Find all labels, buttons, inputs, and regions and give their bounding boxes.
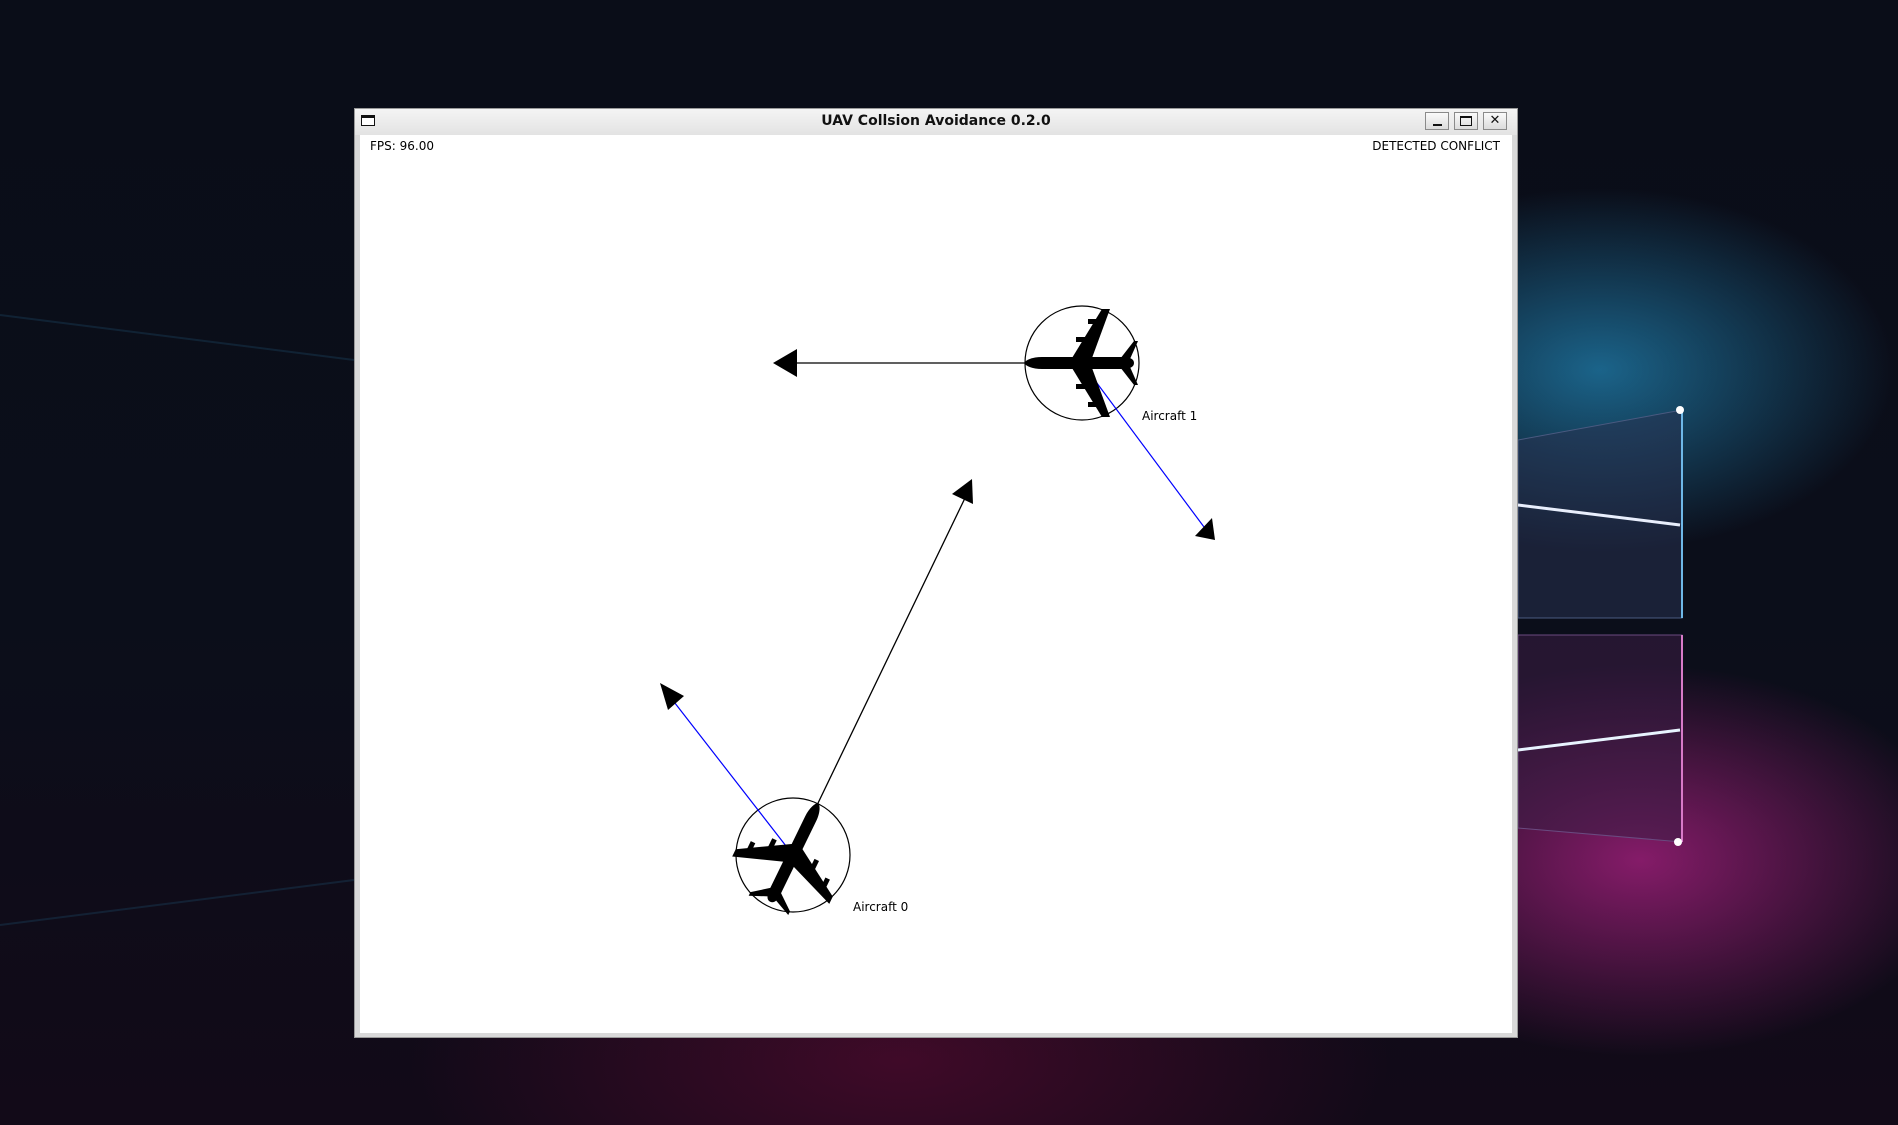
close-button[interactable]: ✕	[1483, 112, 1507, 130]
avoidance-arrowhead	[1195, 518, 1215, 540]
close-icon: ✕	[1489, 113, 1501, 128]
app-window: UAV Collsion Avoidance 0.2.0 ✕ FPS: 96.0…	[354, 108, 1518, 1038]
avoidance-vector	[1081, 362, 1205, 528]
aircraft-0[interactable]	[660, 479, 973, 930]
maximize-icon	[1460, 116, 1472, 126]
aircraft-1[interactable]	[773, 305, 1215, 540]
velocity-arrowhead	[773, 349, 797, 377]
avoidance-arrowhead	[660, 683, 684, 710]
avoidance-vector	[670, 697, 794, 856]
simulation-scene	[660, 305, 1215, 930]
window-title: UAV Collsion Avoidance 0.2.0	[821, 113, 1051, 129]
title-bar[interactable]: UAV Collsion Avoidance 0.2.0 ✕	[355, 109, 1517, 135]
airplane-icon	[719, 779, 867, 930]
aircraft-1-label: Aircraft 1	[1142, 409, 1198, 423]
simulation-canvas[interactable]: FPS: 96.00 DETECTED CONFLICT Aircraft 1 …	[360, 135, 1512, 1033]
velocity-vector	[792, 495, 967, 856]
velocity-arrowhead	[952, 479, 973, 504]
airplane-icon	[1024, 309, 1138, 417]
maximize-button[interactable]	[1454, 112, 1478, 130]
minimize-button[interactable]	[1425, 112, 1449, 130]
aircraft-0-label: Aircraft 0	[853, 900, 909, 914]
minimize-icon	[1433, 124, 1442, 126]
